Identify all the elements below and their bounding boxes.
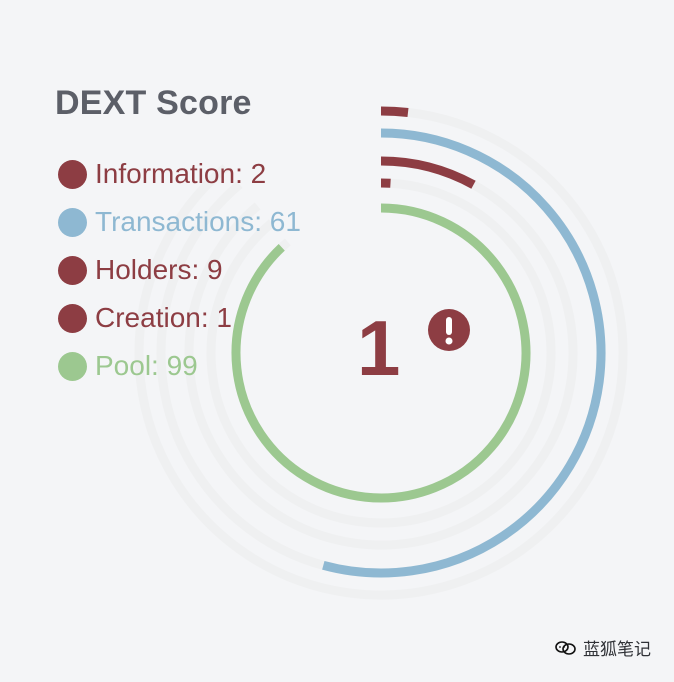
bar-information bbox=[380, 106, 409, 117]
legend-label-pool: Pool: 99 bbox=[95, 350, 198, 381]
watermark: 蓝狐笔记 bbox=[555, 635, 651, 660]
legend-dot-transactions bbox=[58, 207, 87, 237]
dext-score-card: DEXT Score Information: 2 Transactions: … bbox=[0, 0, 674, 682]
exclamation-circle-icon bbox=[428, 309, 470, 351]
center-score: 1 bbox=[357, 304, 401, 392]
watermark-text: 蓝狐笔记 bbox=[583, 640, 651, 659]
legend-label-holders: Holders: 9 bbox=[95, 254, 223, 285]
legend-item-pool: Pool: 99 bbox=[58, 342, 348, 390]
legend-item-holders: Holders: 9 bbox=[58, 246, 348, 294]
legend-item-transactions: Transactions: 61 bbox=[58, 198, 348, 246]
legend: Information: 2 Transactions: 61 Holders:… bbox=[58, 150, 348, 390]
legend-item-information: Information: 2 bbox=[58, 150, 348, 198]
legend-dot-pool bbox=[58, 351, 87, 381]
chat-bubbles-icon bbox=[555, 640, 577, 656]
legend-item-creation: Creation: 1 bbox=[58, 294, 348, 342]
chart-title: DEXT Score bbox=[55, 84, 252, 122]
legend-label-creation: Creation: 1 bbox=[95, 302, 232, 333]
legend-label-information: Information: 2 bbox=[95, 158, 267, 189]
legend-dot-creation bbox=[58, 303, 87, 333]
legend-dot-holders bbox=[58, 255, 87, 285]
legend-label-transactions: Transactions: 61 bbox=[95, 206, 301, 237]
legend-dot-information bbox=[58, 159, 87, 189]
